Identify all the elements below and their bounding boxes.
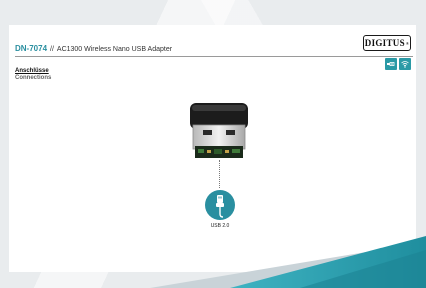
model-number: DN-7074	[15, 44, 48, 53]
usb-label: USB 2.0	[210, 223, 230, 229]
wifi-icon	[399, 58, 411, 70]
usb-adapter-image	[190, 103, 248, 158]
section-title-en: Connections	[15, 75, 52, 81]
connector-line	[219, 160, 220, 188]
title-separator: //	[50, 46, 54, 53]
feature-badges	[385, 58, 411, 70]
usb-cable-icon	[205, 190, 235, 220]
section-heading: Anschlüsse Connections	[15, 68, 51, 82]
usb-plug-icon	[385, 58, 397, 70]
product-title-row: DN-7074//AC1300 Wireless Nano USB Adapte…	[15, 44, 413, 57]
product-name: AC1300 Wireless Nano USB Adapter	[56, 46, 173, 53]
section-title-de: Anschlüsse	[15, 68, 49, 74]
